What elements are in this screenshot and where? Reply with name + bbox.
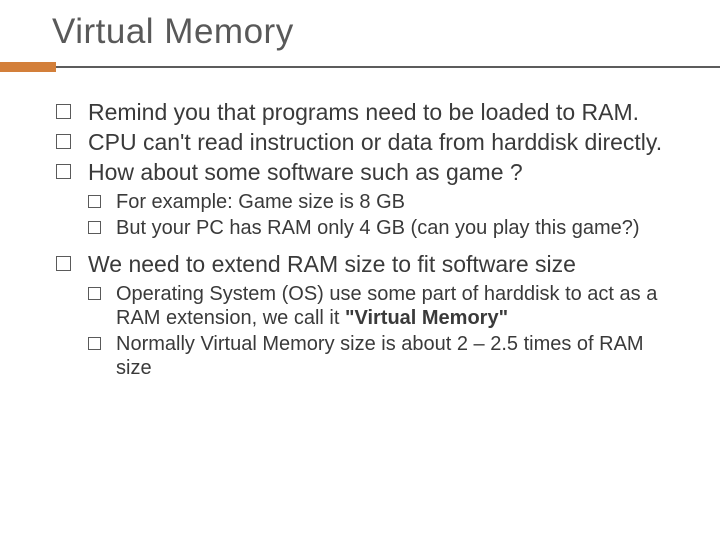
bullet-list: Remind you that programs need to be load… [56, 98, 684, 381]
divider-line [56, 66, 720, 68]
sub-bullet-list: Operating System (OS) use some part of h… [88, 282, 684, 381]
sub-bullet-list: For example: Game size is 8 GB But your … [88, 190, 684, 240]
sub-bullet-text: For example: Game size is 8 GB [116, 191, 405, 213]
bullet-text: CPU can't read instruction or data from … [88, 129, 662, 155]
bullet-item: We need to extend RAM size to fit softwa… [56, 250, 684, 381]
bullet-text: Remind you that programs need to be load… [88, 99, 639, 125]
title-rule [0, 62, 720, 80]
bullet-item: CPU can't read instruction or data from … [56, 128, 684, 156]
slide: Virtual Memory Remind you that programs … [0, 0, 720, 540]
virtual-memory-term: "Virtual Memory" [345, 307, 508, 329]
sub-bullet-item: Operating System (OS) use some part of h… [88, 282, 684, 331]
bullet-text: How about some software such as game ? [88, 159, 523, 185]
bullet-text: We need to extend RAM size to fit softwa… [88, 251, 576, 277]
slide-title: Virtual Memory [52, 12, 720, 52]
sub-bullet-text: But your PC has RAM only 4 GB (can you p… [116, 217, 640, 239]
sub-bullet-item: For example: Game size is 8 GB [88, 190, 684, 214]
bullet-item: How about some software such as game ? F… [56, 158, 684, 240]
title-area: Virtual Memory [0, 0, 720, 52]
content-area: Remind you that programs need to be load… [0, 80, 720, 381]
bullet-item: Remind you that programs need to be load… [56, 98, 684, 126]
sub-bullet-item: But your PC has RAM only 4 GB (can you p… [88, 216, 684, 240]
sub-bullet-item: Normally Virtual Memory size is about 2 … [88, 332, 684, 381]
accent-bar [0, 62, 56, 72]
sub-bullet-text: Normally Virtual Memory size is about 2 … [116, 333, 644, 379]
